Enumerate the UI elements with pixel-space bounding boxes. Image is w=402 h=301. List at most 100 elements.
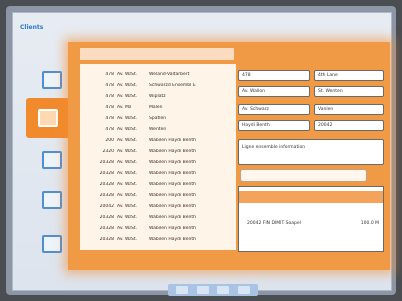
document-icon: [42, 191, 62, 209]
field-address-2[interactable]: Av. Schwarz: [238, 104, 310, 115]
list-cell-a: Av. Wallon: [117, 93, 131, 99]
last-page-button[interactable]: [237, 286, 250, 294]
results-panel: 20042 FIN DIMIT Soapel 100.0 M: [238, 186, 384, 252]
list-cell-c: Wabilen Haydi Benth: [149, 137, 196, 143]
list-cell-a: Av. Wallon: [117, 181, 131, 187]
list-item[interactable]: 20042Av. WallonSt. Wabilen Haydi Benth: [80, 202, 236, 210]
list-cell-num: 20328: [99, 192, 114, 198]
list-cell-a: Av. Wallon: [117, 170, 131, 176]
list-cell-a: Av. Wallon: [117, 137, 131, 143]
field-code[interactable]: 20042: [314, 120, 384, 131]
home-icon: [42, 71, 62, 89]
field-region[interactable]: Vanlen: [314, 104, 384, 115]
list-cell-b: St.: [131, 181, 138, 187]
notes-field[interactable]: Ligne ensemble information: [238, 139, 384, 165]
list-item[interactable]: 478Av. WallonSt. Schwarzd Ensembl E: [80, 81, 236, 89]
book-icon: [38, 109, 58, 127]
list-cell-c: Wabilen Haydi Benth: [149, 148, 196, 154]
list-cell-num: 478: [105, 71, 114, 77]
list-item[interactable]: 20328Av. WallonSt. Wabilen Haydi Benth: [80, 213, 236, 221]
list-cell-c: Malen: [149, 104, 163, 110]
list-cell-num: 20328: [99, 225, 114, 231]
list-cell-b: St.: [131, 203, 138, 209]
list-item[interactable]: 20328Av. WallonSt. Wabilen Haydi Benth: [80, 235, 236, 243]
list-item[interactable]: 20328Av. WallonSt. Wabilen Haydi Benth: [80, 158, 236, 166]
list-cell-num: 200: [105, 137, 114, 143]
list-cell-b: St.: [131, 148, 138, 154]
list-cell-c: Wenten: [149, 126, 167, 132]
list-cell-a: Av. Wallon: [117, 126, 131, 132]
list-item[interactable]: 478Av. WallonSt. Weland-Valtarbert: [80, 70, 236, 78]
list-item[interactable]: 478Av. Malmerich Malen: [80, 103, 236, 111]
list-cell-b: St.: [131, 82, 138, 88]
field-number[interactable]: 478: [238, 70, 310, 81]
list-cell-a: Av. Wallon: [117, 192, 131, 198]
app-title: Clients: [20, 24, 44, 31]
list-item[interactable]: 20328Av. WallonSt. Wabilen Haydi Benth: [80, 191, 236, 199]
list-cell-num: 20328: [99, 236, 114, 242]
list-cell-b: St.: [131, 159, 138, 165]
results-header: [239, 191, 383, 203]
list-cell-num: 478: [105, 93, 114, 99]
list-cell-num: 20328: [99, 159, 114, 165]
list-cell-c: Wiplatz: [149, 93, 166, 99]
client-list[interactable]: 478Av. WallonSt.Weland-Valtarbert478Av. …: [80, 64, 236, 250]
list-item[interactable]: 2320Av. WallonSt. Wabilen Haydi Benth: [80, 147, 236, 155]
list-cell-c: Wabilen Haydi Benth: [149, 181, 196, 187]
list-cell-a: Av. Wallon: [117, 203, 131, 209]
user-card-icon: [42, 235, 62, 253]
list-cell-a: Av. Wallon: [117, 159, 131, 165]
list-cell-a: Av. Wallon: [117, 236, 131, 242]
list-cell-num: 2320: [102, 148, 114, 154]
next-page-button[interactable]: [217, 286, 230, 294]
list-cell-num: 478: [105, 104, 114, 110]
list-item[interactable]: 478Av. WallonSt. Wiplatz: [80, 92, 236, 100]
list-cell-b: St.: [131, 126, 138, 132]
sidebar-user-button[interactable]: [34, 230, 70, 258]
result-label: 20042 FIN DIMIT Soapel: [247, 221, 301, 226]
list-cell-a: Av. Wallon: [117, 115, 131, 121]
list-cell-num: 478: [105, 126, 114, 132]
list-cell-c: Wabilen Haydi Benth: [149, 203, 196, 209]
sidebar-book-button[interactable]: [26, 98, 70, 138]
list-cell-a: Av. Malmerich: [117, 104, 131, 110]
list-cell-c: Schwarzd Ensembl E: [149, 82, 196, 88]
result-value: 100.0 M: [360, 221, 379, 226]
list-cell-b: St.: [131, 236, 138, 242]
list-item[interactable]: 20328Av. WallonSt. Wabilen Haydi Benth: [80, 224, 236, 232]
list-cell-b: St.: [131, 170, 138, 176]
list-cell-b: St.: [131, 192, 138, 198]
list-item[interactable]: 20328Av. WallonSt. Wabilen Haydi Benth: [80, 180, 236, 188]
list-cell-num: 20328: [99, 181, 114, 187]
sidebar-list-button[interactable]: [34, 146, 70, 174]
sidebar-document-button[interactable]: [34, 186, 70, 214]
list-cell-a: Av. Wallon: [117, 225, 131, 231]
list-item[interactable]: 478Av. WallonSt. Spatlen: [80, 114, 236, 122]
list-item[interactable]: 20328Av. WallonSt. Wabilen Haydi Benth: [80, 169, 236, 177]
list-cell-c: Wabilen Haydi Benth: [149, 225, 196, 231]
sidebar-home-button[interactable]: [34, 66, 70, 94]
field-address[interactable]: Av. Wallon: [238, 86, 310, 97]
prev-page-button[interactable]: [196, 286, 209, 294]
list-cell-num: 478: [105, 115, 114, 121]
field-city[interactable]: St. Wenten: [314, 86, 384, 97]
list-cell-b: St.: [131, 115, 138, 121]
list-cell-c: Wabilen Haydi Benth: [149, 214, 196, 220]
list-item[interactable]: 478Av. WallonSt. Wenten: [80, 125, 236, 133]
list-header: [80, 48, 234, 60]
list-cell-b: St.: [131, 137, 138, 143]
list-item[interactable]: 200Av. WallonSt. Wabilen Haydi Benth: [80, 136, 236, 144]
list-cell-num: 20328: [99, 214, 114, 220]
list-cell-num: 20328: [99, 170, 114, 176]
search-input[interactable]: [240, 169, 367, 182]
pager: [168, 284, 258, 296]
list-cell-num: 20042: [99, 203, 114, 209]
list-cell-c: Wabilen Haydi Benth: [149, 236, 196, 242]
list-cell-a: Av. Wallon: [117, 214, 131, 220]
list-cell-c: Wabilen Haydi Benth: [149, 170, 196, 176]
result-row[interactable]: 20042 FIN DIMIT Soapel 100.0 M: [247, 221, 379, 226]
list-cell-c: Wabilen Haydi Benth: [149, 192, 196, 198]
first-page-button[interactable]: [176, 286, 189, 294]
field-contact[interactable]: Haydi Benth: [238, 120, 310, 131]
field-street[interactable]: 4th Lane: [314, 70, 384, 81]
